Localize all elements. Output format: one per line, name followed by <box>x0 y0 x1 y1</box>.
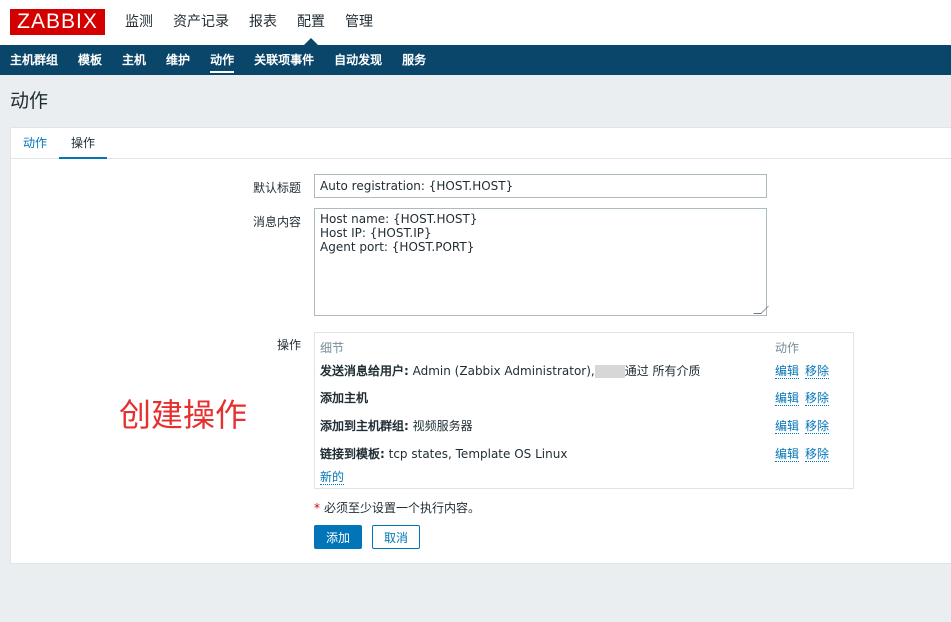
main-nav-reports[interactable]: 报表 <box>249 0 277 45</box>
main-nav-administration[interactable]: 管理 <box>345 0 373 45</box>
message-label: 消息内容 <box>252 215 301 229</box>
required-note: * 必须至少设置一个执行内容。 <box>314 499 480 516</box>
sub-nav: 主机群组 模板 主机 维护 动作 关联项事件 自动发现 服务 <box>0 45 951 75</box>
op-detail: Admin (Zabbix Administrator), <box>408 364 595 378</box>
op-label: 添加主机 <box>320 391 369 405</box>
tab-operations[interactable]: 操作 <box>59 128 108 159</box>
sub-nav-services[interactable]: 服务 <box>402 45 426 75</box>
operations-table: 细节 动作 发送消息给用户: Admin (Zabbix Administrat… <box>314 332 854 489</box>
sub-nav-maintenance[interactable]: 维护 <box>166 45 190 75</box>
resize-handle-icon[interactable] <box>753 306 769 314</box>
sub-nav-discovery[interactable]: 自动发现 <box>334 45 382 75</box>
edit-link[interactable]: 编辑 <box>775 364 800 379</box>
message-textarea[interactable]: Host name: {HOST.HOST} Host IP: {HOST.IP… <box>314 208 769 316</box>
main-nav: 监测 资产记录 报表 配置 管理 <box>125 0 393 45</box>
tab-action[interactable]: 动作 <box>21 128 49 158</box>
col-header-details: 细节 <box>320 341 345 355</box>
sub-nav-actions[interactable]: 动作 <box>210 45 235 75</box>
main-nav-inventory[interactable]: 资产记录 <box>173 0 229 45</box>
op-label: 链接到模板: <box>320 447 385 461</box>
form-panel: 动作 操作 默认标题 Auto registration: {HOST.HOST… <box>10 127 951 564</box>
table-row: 链接到模板: tcp states, Template OS Linux <box>320 445 567 462</box>
op-label: 添加到主机群组: <box>320 419 409 433</box>
op-detail: 视频服务器 <box>408 419 473 433</box>
table-row: 添加到主机群组: 视频服务器 <box>320 417 473 434</box>
op-detail: tcp states, Template OS Linux <box>384 447 568 461</box>
add-button[interactable]: 添加 <box>314 525 362 549</box>
edit-link[interactable]: 编辑 <box>775 447 800 462</box>
main-nav-monitoring[interactable]: 监测 <box>125 0 153 45</box>
remove-link[interactable]: 移除 <box>805 447 830 462</box>
edit-link[interactable]: 编辑 <box>775 419 800 434</box>
required-star: * <box>314 501 320 515</box>
default-subject-input[interactable]: Auto registration: {HOST.HOST} <box>314 174 767 198</box>
new-operation-row: 新的 <box>320 468 345 485</box>
col-header-action: 动作 <box>775 341 800 355</box>
op-detail-tail: 通过 所有介质 <box>624 364 701 378</box>
zabbix-logo[interactable]: ZABBIX <box>10 9 105 35</box>
op-actions: 编辑 移除 <box>775 445 835 462</box>
table-row: 发送消息给用户: Admin (Zabbix Administrator), 通过… <box>320 362 701 379</box>
sub-nav-host-groups[interactable]: 主机群组 <box>10 45 58 75</box>
op-actions: 编辑 移除 <box>775 417 835 434</box>
op-actions: 编辑 移除 <box>775 389 835 406</box>
main-nav-configuration[interactable]: 配置 <box>297 0 325 45</box>
remove-link[interactable]: 移除 <box>805 391 830 406</box>
default-subject-label: 默认标题 <box>252 181 301 195</box>
new-operation-link[interactable]: 新的 <box>320 470 345 485</box>
tab-bar: 动作 操作 <box>11 128 951 159</box>
operations-label: 操作 <box>276 338 301 352</box>
page-title: 动作 <box>10 90 49 112</box>
remove-link[interactable]: 移除 <box>805 364 830 379</box>
message-line: Host name: {HOST.HOST} <box>320 212 478 226</box>
redacted-block <box>594 365 625 378</box>
cancel-button[interactable]: 取消 <box>372 525 420 549</box>
remove-link[interactable]: 移除 <box>805 419 830 434</box>
message-line: Agent port: {HOST.PORT} <box>320 240 475 254</box>
op-actions: 编辑 移除 <box>775 362 835 379</box>
sub-nav-hosts[interactable]: 主机 <box>122 45 146 75</box>
edit-link[interactable]: 编辑 <box>775 391 800 406</box>
annotation-text: 创建操作 <box>119 396 248 434</box>
sub-nav-templates[interactable]: 模板 <box>78 45 102 75</box>
op-label: 发送消息给用户: <box>320 364 409 378</box>
table-row: 添加主机 <box>320 389 368 406</box>
required-note-text: 必须至少设置一个执行内容。 <box>324 501 481 515</box>
top-bar: ZABBIX 监测 资产记录 报表 配置 管理 <box>0 0 951 45</box>
sub-nav-event-correlation[interactable]: 关联项事件 <box>254 45 314 75</box>
message-line: Host IP: {HOST.IP} <box>320 226 432 240</box>
